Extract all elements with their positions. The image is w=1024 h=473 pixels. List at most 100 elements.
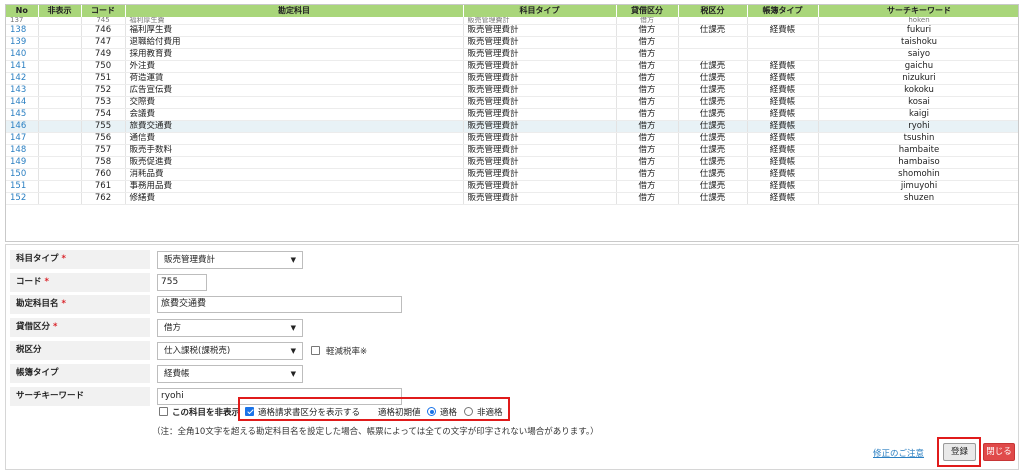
debit-credit-value: 借方 <box>164 323 182 333</box>
account-name-input[interactable]: 旅費交通費 <box>157 296 402 313</box>
row-no[interactable]: 150 <box>6 168 39 181</box>
header-book-type[interactable]: 帳簿タイプ <box>747 5 819 17</box>
debit-credit-label: 貸借区分 * <box>10 318 150 337</box>
radio-selected-icon <box>427 407 436 416</box>
search-keyword-label: サーチキーワード <box>10 387 150 406</box>
row-no[interactable]: 138 <box>6 24 39 37</box>
row-tax-class: 税区分 仕入課税(課税売) ▼ 軽減税率※ <box>6 341 426 363</box>
row-account-type: 販売管理費計 <box>463 132 617 145</box>
row-no[interactable]: 141 <box>6 60 39 73</box>
table-row[interactable]: 148 757 販売手数料 販売管理費計 借方 仕課売 経費帳 hambaite <box>6 144 1018 157</box>
row-code: 758 <box>81 156 126 169</box>
tax-class-select[interactable]: 仕入課税(課税売) ▼ <box>157 342 303 360</box>
row-code: 749 <box>81 48 126 61</box>
radio-eligible[interactable] <box>427 407 436 417</box>
reduced-rate-checkbox[interactable] <box>311 346 320 356</box>
account-name-label: 勘定科目名 * <box>10 295 150 314</box>
row-no[interactable]: 143 <box>6 84 39 97</box>
row-book-type <box>747 48 819 61</box>
row-code: 746 <box>81 24 126 37</box>
row-no[interactable]: 151 <box>6 180 39 193</box>
row-debit-credit: 借方 <box>616 48 679 61</box>
invoice-display-checkbox[interactable] <box>245 407 254 417</box>
table-row[interactable]: 151 761 事務用品費 販売管理費計 借方 仕課売 経費帳 jimuyohi <box>6 180 1018 193</box>
header-account-type[interactable]: 科目タイプ <box>463 5 617 17</box>
row-debit-credit: 借方 <box>616 144 679 157</box>
table-row[interactable]: 145 754 会議費 販売管理費計 借方 仕課売 経費帳 kaigi <box>6 108 1018 121</box>
chevron-down-icon: ▼ <box>290 324 296 332</box>
accounts-grid: No 非表示 コード 勘定科目 科目タイプ 貸借区分 税区分 帳簿タイプ サーチ… <box>6 5 1018 205</box>
row-no[interactable]: 145 <box>6 108 39 121</box>
row-no[interactable]: 152 <box>6 192 39 205</box>
table-row[interactable]: 147 756 通信費 販売管理費計 借方 仕課売 経費帳 tsushin <box>6 132 1018 145</box>
radio-ineligible[interactable] <box>464 407 473 417</box>
checkbox-icon <box>159 407 168 416</box>
row-search-keyword: ryohi <box>818 120 1018 133</box>
row-code: 753 <box>81 96 126 109</box>
row-tax-class: 仕課売 <box>678 144 748 157</box>
account-edit-form: 科目タイプ * 販売管理費計 ▼ コード * 755 勘定科目名 * 旅費交通費 貸借… <box>5 244 1019 470</box>
header-tax-class[interactable]: 税区分 <box>678 5 748 17</box>
row-debit-credit: 借方 <box>616 192 679 205</box>
reduced-rate-label: 軽減税率※ <box>326 347 368 357</box>
row-book-type: 経費帳 <box>747 60 819 73</box>
table-row[interactable]: 140 749 採用教育費 販売管理費計 借方 saiyo <box>6 48 1018 61</box>
row-no[interactable]: 146 <box>6 120 39 133</box>
row-book-type <box>747 36 819 49</box>
table-row[interactable]: 138 746 福利厚生費 販売管理費計 借方 仕課売 経費帳 fukuri <box>6 24 1018 37</box>
row-no[interactable]: 144 <box>6 96 39 109</box>
book-type-select[interactable]: 経費帳 ▼ <box>157 365 303 383</box>
row-no[interactable]: 147 <box>6 132 39 145</box>
code-input[interactable]: 755 <box>157 274 207 291</box>
row-no[interactable]: 148 <box>6 144 39 157</box>
register-button[interactable]: 登録 <box>943 443 976 461</box>
row-account-name: 広告宣伝費 <box>125 84 464 97</box>
row-hidden <box>38 60 82 73</box>
table-row[interactable]: 149 758 販売促進費 販売管理費計 借方 仕課売 経費帳 hambaiso <box>6 156 1018 169</box>
row-hidden <box>38 192 82 205</box>
row-account-name: 退職給付費用 <box>125 36 464 49</box>
row-search-keyword: kosai <box>818 96 1018 109</box>
row-no[interactable]: 137 <box>6 17 39 25</box>
header-account-name[interactable]: 勘定科目 <box>125 5 464 17</box>
row-debit-credit: 借方 <box>616 108 679 121</box>
table-row[interactable]: 150 760 消耗品費 販売管理費計 借方 仕課売 経費帳 shomohin <box>6 168 1018 181</box>
table-row[interactable]: 141 750 外注費 販売管理費計 借方 仕課売 経費帳 gaichu <box>6 60 1018 73</box>
row-code: 760 <box>81 168 126 181</box>
table-row[interactable]: 152 762 修繕費 販売管理費計 借方 仕課売 経費帳 shuzen <box>6 192 1018 205</box>
row-debit-credit: 借方 <box>616 72 679 85</box>
table-row[interactable]: 146 755 旅費交通費 販売管理費計 借方 仕課売 経費帳 ryohi <box>6 120 1018 133</box>
header-search-keyword[interactable]: サーチキーワード <box>818 5 1018 17</box>
header-code[interactable]: コード <box>81 5 126 17</box>
account-type-select[interactable]: 販売管理費計 ▼ <box>157 251 303 269</box>
row-debit-credit: 借方 <box>616 120 679 133</box>
table-row[interactable]: 143 752 広告宣伝費 販売管理費計 借方 仕課売 経費帳 kokoku <box>6 84 1018 97</box>
caution-link[interactable]: 修正のご注意 <box>873 447 924 459</box>
row-no[interactable]: 140 <box>6 48 39 61</box>
table-row[interactable]: 139 747 退職給付費用 販売管理費計 借方 taishoku <box>6 36 1018 49</box>
row-account-type: 販売管理費計 <box>463 144 617 157</box>
row-no[interactable]: 149 <box>6 156 39 169</box>
table-row[interactable]: 144 753 交際費 販売管理費計 借方 仕課売 経費帳 kosai <box>6 96 1018 109</box>
row-account-type: 販売管理費計 <box>463 72 617 85</box>
row-debit-credit: 借方 <box>616 24 679 37</box>
row-account-name: 勘定科目名 * 旅費交通費 <box>6 295 426 317</box>
table-row[interactable]: 142 751 荷造運賃 販売管理費計 借方 仕課売 経費帳 nizukuri <box>6 72 1018 85</box>
row-account-name: 外注費 <box>125 60 464 73</box>
debit-credit-select[interactable]: 借方 ▼ <box>157 319 303 337</box>
row-no[interactable]: 139 <box>6 36 39 49</box>
header-no[interactable]: No <box>6 5 39 17</box>
hide-account-checkbox[interactable] <box>159 407 168 417</box>
row-account-type: 販売管理費計 <box>463 180 617 193</box>
row-tax-class: 仕課売 <box>678 72 748 85</box>
row-tax-class: 仕課売 <box>678 96 748 109</box>
table-row[interactable]: 137 745 福利厚生費 販売管理費計 借方 hoken <box>6 17 1018 25</box>
close-button[interactable]: 閉じる <box>983 443 1015 461</box>
header-hidden[interactable]: 非表示 <box>38 5 82 17</box>
row-debit-credit: 貸借区分 * 借方 ▼ <box>6 318 326 340</box>
header-debit-credit[interactable]: 貸借区分 <box>616 5 679 17</box>
row-hidden <box>38 156 82 169</box>
row-code: 752 <box>81 84 126 97</box>
radio-eligible-label: 適格 <box>440 408 458 418</box>
row-no[interactable]: 142 <box>6 72 39 85</box>
